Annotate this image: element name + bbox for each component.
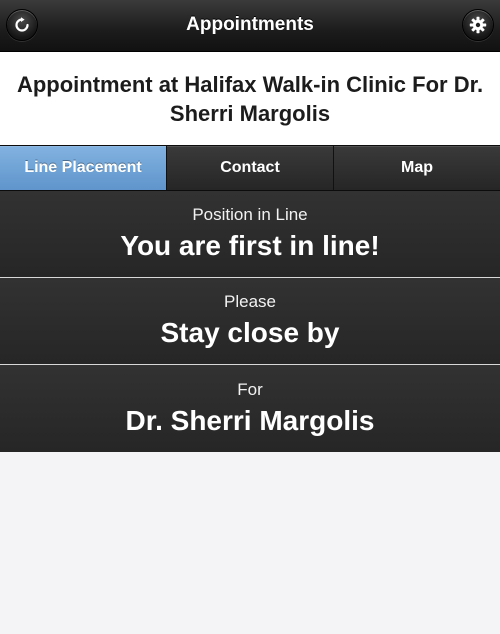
appointment-header: Appointment at Halifax Walk-in Clinic Fo… xyxy=(0,52,500,145)
tab-contact[interactable]: Contact xyxy=(167,146,334,190)
doctor-label: For xyxy=(237,379,263,399)
nav-title: Appointments xyxy=(186,14,314,35)
gear-icon xyxy=(469,16,487,34)
doctor-name: Dr. Sherri Margolis xyxy=(125,404,375,436)
tab-map[interactable]: Map xyxy=(334,146,500,190)
line-placement-panel: Position in Line You are first in line! … xyxy=(0,191,500,452)
settings-button[interactable] xyxy=(462,9,494,41)
tab-line-placement[interactable]: Line Placement xyxy=(0,146,167,190)
position-value: You are first in line! xyxy=(120,230,380,261)
instruction-label: Please xyxy=(224,292,276,311)
instruction-value: Stay close by xyxy=(160,317,340,348)
position-label: Position in Line xyxy=(192,205,308,224)
appointment-title: Appointment at Halifax Walk-in Clinic Fo… xyxy=(16,71,484,126)
instruction-row: Please Stay close by xyxy=(0,278,500,365)
empty-content-area xyxy=(0,452,500,634)
position-row: Position in Line You are first in line! xyxy=(0,191,500,278)
navigation-bar: Appointments xyxy=(0,0,500,52)
doctor-row: For Dr. Sherri Margolis xyxy=(0,365,500,452)
tab-bar: Line Placement Contact Map xyxy=(0,145,500,191)
